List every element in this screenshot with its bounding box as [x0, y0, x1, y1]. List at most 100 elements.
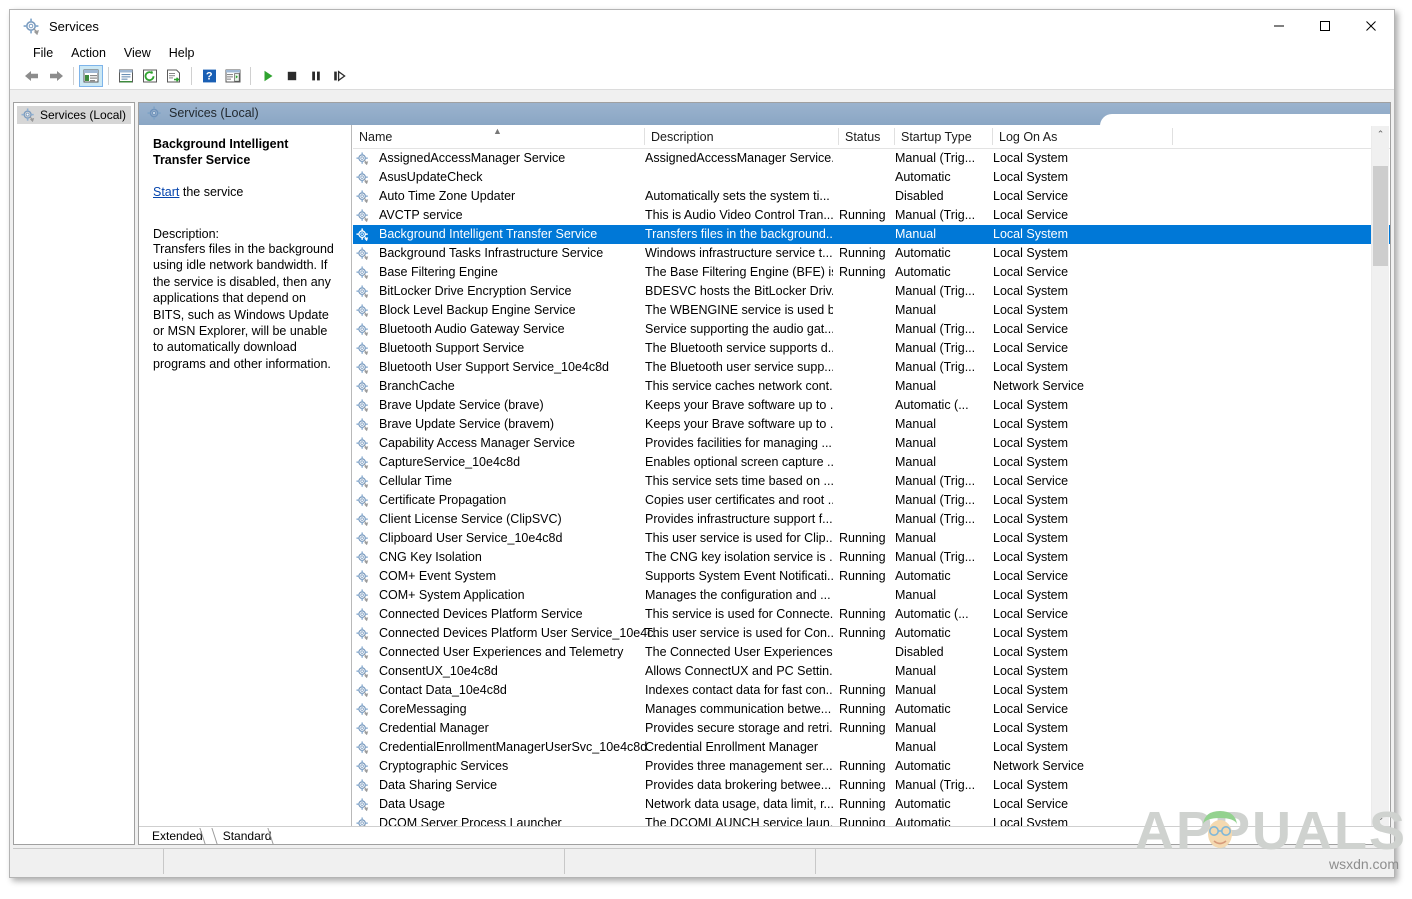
properties-button[interactable]	[114, 65, 138, 87]
table-row[interactable]: Block Level Backup Engine ServiceThe WBE…	[353, 301, 1390, 320]
cell-status	[839, 586, 889, 605]
table-row[interactable]: Base Filtering EngineThe Base Filtering …	[353, 263, 1390, 282]
cell-status	[839, 377, 889, 396]
table-row[interactable]: Connected Devices Platform ServiceThis s…	[353, 605, 1390, 624]
start-service-link[interactable]: Start	[153, 185, 179, 199]
table-row[interactable]: Clipboard User Service_10e4c8dThis user …	[353, 529, 1390, 548]
cell-startup-type: Manual (Trig...	[895, 320, 989, 339]
close-button[interactable]	[1348, 10, 1394, 42]
stop-service-button[interactable]	[280, 65, 304, 87]
back-button[interactable]	[20, 65, 44, 87]
table-row[interactable]: Contact Data_10e4c8dIndexes contact data…	[353, 681, 1390, 700]
vertical-scrollbar[interactable]: ⌃ ⌄	[1371, 126, 1389, 826]
export-list-button[interactable]	[162, 65, 186, 87]
table-row[interactable]: CaptureService_10e4c8dEnables optional s…	[353, 453, 1390, 472]
cell-startup-type: Automatic	[895, 567, 989, 586]
table-row[interactable]: Auto Time Zone UpdaterAutomatically sets…	[353, 187, 1390, 206]
menu-help[interactable]: Help	[160, 44, 204, 62]
table-row[interactable]: Connected Devices Platform User Service_…	[353, 624, 1390, 643]
cell-log-on-as: Local System	[993, 434, 1123, 453]
table-row[interactable]: Connected User Experiences and Telemetry…	[353, 643, 1390, 662]
table-row[interactable]: BranchCacheThis service caches network c…	[353, 377, 1390, 396]
pause-service-button[interactable]	[304, 65, 328, 87]
cell-status	[839, 339, 889, 358]
tab-extended[interactable]: Extended	[141, 828, 212, 844]
table-row[interactable]: BitLocker Drive Encryption ServiceBDESVC…	[353, 282, 1390, 301]
toolbar-separator	[250, 67, 251, 85]
column-header-log-on-as[interactable]: Log On As	[993, 125, 1173, 148]
tab-standard[interactable]: Standard	[212, 828, 281, 844]
cell-status: Running	[839, 624, 889, 643]
menu-file[interactable]: File	[24, 44, 62, 62]
scrollbar-thumb[interactable]	[1373, 166, 1388, 266]
cell-status	[839, 358, 889, 377]
cell-startup-type: Automatic	[895, 795, 989, 814]
cell-log-on-as: Local System	[993, 776, 1123, 795]
cell-status	[839, 225, 889, 244]
menu-view[interactable]: View	[115, 44, 160, 62]
cell-log-on-as: Local System	[993, 719, 1123, 738]
start-service-button[interactable]	[256, 65, 280, 87]
table-row[interactable]: Brave Update Service (brave)Keeps your B…	[353, 396, 1390, 415]
help-question-icon-button[interactable]: ?	[197, 65, 221, 87]
table-row[interactable]: Bluetooth Support ServiceThe Bluetooth s…	[353, 339, 1390, 358]
table-row[interactable]: COM+ Event SystemSupports System Event N…	[353, 567, 1390, 586]
cell-startup-type: Manual	[895, 719, 989, 738]
column-header-description[interactable]: Description	[645, 125, 839, 148]
table-row[interactable]: CredentialEnrollmentManagerUserSvc_10e4c…	[353, 738, 1390, 757]
list-rows: AssignedAccessManager ServiceAssignedAcc…	[353, 149, 1390, 827]
list-column-headers: Name ▲ Description Status Startup Type	[353, 125, 1390, 149]
restart-service-button[interactable]	[328, 65, 352, 87]
minimize-button[interactable]	[1256, 10, 1302, 42]
table-row[interactable]: AssignedAccessManager ServiceAssignedAcc…	[353, 149, 1390, 168]
table-row[interactable]: Data UsageNetwork data usage, data limit…	[353, 795, 1390, 814]
cell-startup-type: Manual	[895, 301, 989, 320]
table-row[interactable]: AVCTP serviceThis is Audio Video Control…	[353, 206, 1390, 225]
refresh-button[interactable]	[138, 65, 162, 87]
menu-action[interactable]: Action	[62, 44, 115, 62]
cell-name: AssignedAccessManager Service	[359, 149, 659, 168]
table-row[interactable]: Bluetooth User Support Service_10e4c8dTh…	[353, 358, 1390, 377]
cell-startup-type: Disabled	[895, 187, 989, 206]
scroll-down-button[interactable]: ⌄	[1372, 809, 1389, 826]
cell-name: Connected User Experiences and Telemetry	[359, 643, 659, 662]
service-detail-panel: Background Intelligent Transfer Service …	[139, 125, 352, 827]
table-row[interactable]: Certificate PropagationCopies user certi…	[353, 491, 1390, 510]
table-row[interactable]: Credential ManagerProvides secure storag…	[353, 719, 1390, 738]
cell-log-on-as: Local Service	[993, 320, 1123, 339]
scroll-up-button[interactable]: ⌃	[1372, 126, 1389, 143]
cell-status: Running	[839, 244, 889, 263]
cell-name: Clipboard User Service_10e4c8d	[359, 529, 659, 548]
table-row[interactable]: ConsentUX_10e4c8dAllows ConnectUX and PC…	[353, 662, 1390, 681]
table-row[interactable]: COM+ System ApplicationManages the confi…	[353, 586, 1390, 605]
cell-log-on-as: Network Service	[993, 377, 1123, 396]
cell-log-on-as: Local Service	[993, 187, 1123, 206]
table-row[interactable]: Capability Access Manager ServiceProvide…	[353, 434, 1390, 453]
table-row[interactable]: AsusUpdateCheckAutomaticLocal System	[353, 168, 1390, 187]
table-row[interactable]: Background Intelligent Transfer ServiceT…	[353, 225, 1390, 244]
cell-status	[839, 510, 889, 529]
table-row[interactable]: CoreMessagingManages communication betwe…	[353, 700, 1390, 719]
action-pane-icon-button[interactable]	[221, 65, 245, 87]
column-header-name[interactable]: Name ▲	[353, 125, 645, 148]
window-controls	[1256, 10, 1394, 42]
services-gear-icon	[23, 18, 40, 35]
tree-item-services-local[interactable]: Services (Local)	[17, 106, 131, 124]
table-row[interactable]: Data Sharing ServiceProvides data broker…	[353, 776, 1390, 795]
cell-status	[839, 662, 889, 681]
cell-log-on-as: Local System	[993, 624, 1123, 643]
table-row[interactable]: Brave Update Service (bravem)Keeps your …	[353, 415, 1390, 434]
table-row[interactable]: Client License Service (ClipSVC)Provides…	[353, 510, 1390, 529]
console-tree-icon-button[interactable]	[79, 65, 103, 87]
cell-status	[839, 168, 889, 187]
cell-description: Manages the configuration and ...	[645, 586, 833, 605]
table-row[interactable]: Background Tasks Infrastructure ServiceW…	[353, 244, 1390, 263]
forward-button[interactable]	[44, 65, 68, 87]
table-row[interactable]: Bluetooth Audio Gateway ServiceService s…	[353, 320, 1390, 339]
maximize-button[interactable]	[1302, 10, 1348, 42]
column-header-startup-type[interactable]: Startup Type	[895, 125, 993, 148]
table-row[interactable]: Cryptographic ServicesProvides three man…	[353, 757, 1390, 776]
table-row[interactable]: CNG Key IsolationThe CNG key isolation s…	[353, 548, 1390, 567]
column-header-status[interactable]: Status	[839, 125, 895, 148]
table-row[interactable]: Cellular TimeThis service sets time base…	[353, 472, 1390, 491]
